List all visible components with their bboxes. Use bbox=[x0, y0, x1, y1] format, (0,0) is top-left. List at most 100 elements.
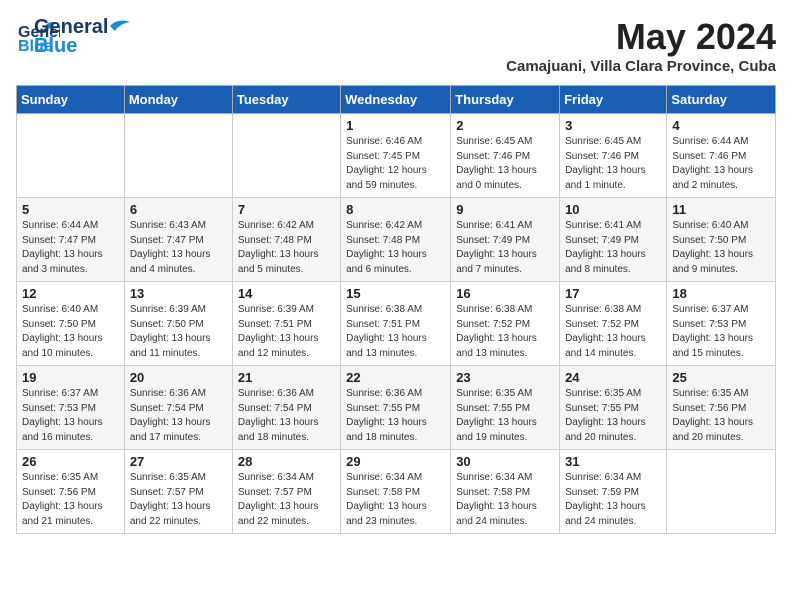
day-number: 4 bbox=[672, 118, 770, 133]
col-tuesday: Tuesday bbox=[232, 86, 340, 114]
logo-blue: Blue bbox=[34, 35, 130, 58]
table-row: 13 Sunrise: 6:39 AM Sunset: 7:50 PM Dayli… bbox=[124, 282, 232, 366]
day-info: Sunrise: 6:35 AM Sunset: 7:56 PM Dayligh… bbox=[22, 471, 119, 529]
table-row: 25 Sunrise: 6:35 AM Sunset: 7:56 PM Dayli… bbox=[667, 366, 776, 450]
day-number: 23 bbox=[456, 370, 554, 385]
day-info: Sunrise: 6:40 AM Sunset: 7:50 PM Dayligh… bbox=[22, 303, 119, 361]
table-row: 14 Sunrise: 6:39 AM Sunset: 7:51 PM Dayli… bbox=[232, 282, 340, 366]
calendar-header-row: Sunday Monday Tuesday Wednesday Thursday… bbox=[17, 86, 776, 114]
day-number: 20 bbox=[130, 370, 227, 385]
table-row: 1 Sunrise: 6:46 AM Sunset: 7:45 PM Daylig… bbox=[341, 114, 451, 198]
day-info: Sunrise: 6:36 AM Sunset: 7:54 PM Dayligh… bbox=[238, 387, 335, 445]
day-info: Sunrise: 6:42 AM Sunset: 7:48 PM Dayligh… bbox=[346, 219, 445, 277]
day-number: 17 bbox=[565, 286, 661, 301]
day-info: Sunrise: 6:46 AM Sunset: 7:45 PM Dayligh… bbox=[346, 135, 445, 193]
day-info: Sunrise: 6:43 AM Sunset: 7:47 PM Dayligh… bbox=[130, 219, 227, 277]
day-info: Sunrise: 6:38 AM Sunset: 7:52 PM Dayligh… bbox=[456, 303, 554, 361]
day-info: Sunrise: 6:39 AM Sunset: 7:50 PM Dayligh… bbox=[130, 303, 227, 361]
day-info: Sunrise: 6:34 AM Sunset: 7:58 PM Dayligh… bbox=[346, 471, 445, 529]
day-number: 9 bbox=[456, 202, 554, 217]
table-row: 19 Sunrise: 6:37 AM Sunset: 7:53 PM Dayli… bbox=[17, 366, 125, 450]
table-row: 6 Sunrise: 6:43 AM Sunset: 7:47 PM Daylig… bbox=[124, 198, 232, 282]
table-row: 24 Sunrise: 6:35 AM Sunset: 7:55 PM Dayli… bbox=[560, 366, 667, 450]
table-row: 26 Sunrise: 6:35 AM Sunset: 7:56 PM Dayli… bbox=[17, 450, 125, 534]
day-info: Sunrise: 6:44 AM Sunset: 7:47 PM Dayligh… bbox=[22, 219, 119, 277]
table-row: 20Sunrise: 6:36 AM Sunset: 7:54 PM Dayli… bbox=[124, 366, 232, 450]
day-info: Sunrise: 6:36 AM Sunset: 7:55 PM Dayligh… bbox=[346, 387, 445, 445]
day-info: Sunrise: 6:45 AM Sunset: 7:46 PM Dayligh… bbox=[565, 135, 661, 193]
day-info: Sunrise: 6:41 AM Sunset: 7:49 PM Dayligh… bbox=[456, 219, 554, 277]
day-number: 6 bbox=[130, 202, 227, 217]
table-row bbox=[232, 114, 340, 198]
table-row: 29 Sunrise: 6:34 AM Sunset: 7:58 PM Dayli… bbox=[341, 450, 451, 534]
table-row: 18 Sunrise: 6:37 AM Sunset: 7:53 PM Dayli… bbox=[667, 282, 776, 366]
day-number: 3 bbox=[565, 118, 661, 133]
col-friday: Friday bbox=[560, 86, 667, 114]
day-info: Sunrise: 6:34 AM Sunset: 7:58 PM Dayligh… bbox=[456, 471, 554, 529]
table-row: 22 Sunrise: 6:36 AM Sunset: 7:55 PM Dayli… bbox=[341, 366, 451, 450]
day-info: Sunrise: 6:37 AM Sunset: 7:53 PM Dayligh… bbox=[672, 303, 770, 361]
calendar-week-row: 5 Sunrise: 6:44 AM Sunset: 7:47 PM Daylig… bbox=[17, 198, 776, 282]
day-info: Sunrise: 6:42 AM Sunset: 7:48 PM Dayligh… bbox=[238, 219, 335, 277]
table-row: 30 Sunrise: 6:34 AM Sunset: 7:58 PM Dayli… bbox=[451, 450, 560, 534]
day-info: Sunrise: 6:44 AM Sunset: 7:46 PM Dayligh… bbox=[672, 135, 770, 193]
day-info: Sunrise: 6:37 AM Sunset: 7:53 PM Dayligh… bbox=[22, 387, 119, 445]
day-number: 11 bbox=[672, 202, 770, 217]
day-number: 27 bbox=[130, 454, 227, 469]
day-number: 15 bbox=[346, 286, 445, 301]
table-row: 17 Sunrise: 6:38 AM Sunset: 7:52 PM Dayli… bbox=[560, 282, 667, 366]
day-info: Sunrise: 6:35 AM Sunset: 7:55 PM Dayligh… bbox=[456, 387, 554, 445]
day-number: 10 bbox=[565, 202, 661, 217]
day-number: 5 bbox=[22, 202, 119, 217]
day-number: 25 bbox=[672, 370, 770, 385]
day-info: Sunrise: 6:41 AM Sunset: 7:49 PM Dayligh… bbox=[565, 219, 661, 277]
day-info: Sunrise: 6:38 AM Sunset: 7:52 PM Dayligh… bbox=[565, 303, 661, 361]
day-info: Sunrise: 6:35 AM Sunset: 7:55 PM Dayligh… bbox=[565, 387, 661, 445]
day-number: 13 bbox=[130, 286, 227, 301]
calendar-week-row: 1 Sunrise: 6:46 AM Sunset: 7:45 PM Daylig… bbox=[17, 114, 776, 198]
day-info: Sunrise: 6:35 AM Sunset: 7:56 PM Dayligh… bbox=[672, 387, 770, 445]
day-number: 24 bbox=[565, 370, 661, 385]
page-header: General Blue General Blue May 2024 Camaj… bbox=[16, 16, 776, 75]
col-monday: Monday bbox=[124, 86, 232, 114]
table-row bbox=[124, 114, 232, 198]
day-number: 21 bbox=[238, 370, 335, 385]
table-row: 2 Sunrise: 6:45 AM Sunset: 7:46 PM Daylig… bbox=[451, 114, 560, 198]
day-number: 14 bbox=[238, 286, 335, 301]
day-info: Sunrise: 6:39 AM Sunset: 7:51 PM Dayligh… bbox=[238, 303, 335, 361]
day-number: 19 bbox=[22, 370, 119, 385]
col-saturday: Saturday bbox=[667, 86, 776, 114]
table-row: 4 Sunrise: 6:44 AM Sunset: 7:46 PM Daylig… bbox=[667, 114, 776, 198]
day-info: Sunrise: 6:34 AM Sunset: 7:59 PM Dayligh… bbox=[565, 471, 661, 529]
day-number: 2 bbox=[456, 118, 554, 133]
day-number: 12 bbox=[22, 286, 119, 301]
calendar-week-row: 26 Sunrise: 6:35 AM Sunset: 7:56 PM Dayli… bbox=[17, 450, 776, 534]
table-row: 23 Sunrise: 6:35 AM Sunset: 7:55 PM Dayli… bbox=[451, 366, 560, 450]
table-row: 3 Sunrise: 6:45 AM Sunset: 7:46 PM Daylig… bbox=[560, 114, 667, 198]
day-number: 30 bbox=[456, 454, 554, 469]
table-row: 11 Sunrise: 6:40 AM Sunset: 7:50 PM Dayli… bbox=[667, 198, 776, 282]
day-number: 29 bbox=[346, 454, 445, 469]
day-number: 8 bbox=[346, 202, 445, 217]
day-number: 22 bbox=[346, 370, 445, 385]
day-number: 26 bbox=[22, 454, 119, 469]
day-info: Sunrise: 6:45 AM Sunset: 7:46 PM Dayligh… bbox=[456, 135, 554, 193]
day-info: Sunrise: 6:35 AM Sunset: 7:57 PM Dayligh… bbox=[130, 471, 227, 529]
calendar-week-row: 12 Sunrise: 6:40 AM Sunset: 7:50 PM Dayli… bbox=[17, 282, 776, 366]
day-info: Sunrise: 6:40 AM Sunset: 7:50 PM Dayligh… bbox=[672, 219, 770, 277]
col-sunday: Sunday bbox=[17, 86, 125, 114]
table-row: 8 Sunrise: 6:42 AM Sunset: 7:48 PM Daylig… bbox=[341, 198, 451, 282]
table-row bbox=[667, 450, 776, 534]
logo: General Blue General Blue bbox=[16, 16, 130, 58]
day-number: 31 bbox=[565, 454, 661, 469]
day-number: 18 bbox=[672, 286, 770, 301]
table-row: 9 Sunrise: 6:41 AM Sunset: 7:49 PM Daylig… bbox=[451, 198, 560, 282]
day-number: 1 bbox=[346, 118, 445, 133]
table-row: 10 Sunrise: 6:41 AM Sunset: 7:49 PM Dayli… bbox=[560, 198, 667, 282]
table-row bbox=[17, 114, 125, 198]
title-block: May 2024 Camajuani, Villa Clara Province… bbox=[506, 16, 776, 75]
table-row: 28Sunrise: 6:34 AM Sunset: 7:57 PM Dayli… bbox=[232, 450, 340, 534]
table-row: 21 Sunrise: 6:36 AM Sunset: 7:54 PM Dayli… bbox=[232, 366, 340, 450]
col-wednesday: Wednesday bbox=[341, 86, 451, 114]
day-number: 28 bbox=[238, 454, 335, 469]
